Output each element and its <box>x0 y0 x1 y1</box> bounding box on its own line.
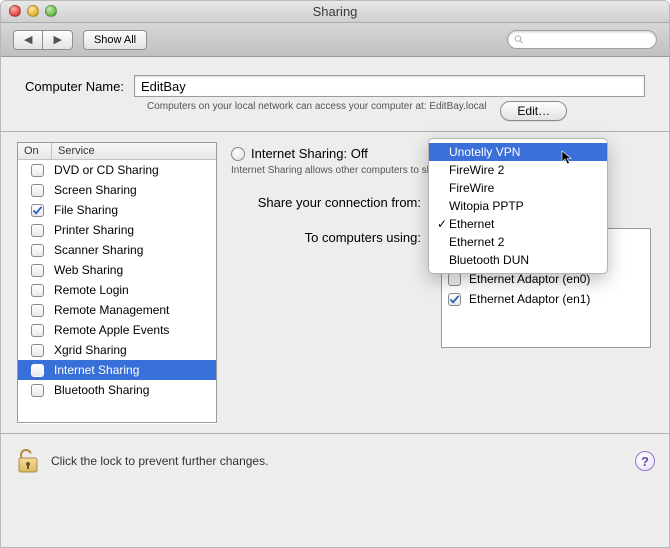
service-row[interactable]: Internet Sharing <box>18 360 216 380</box>
lock-button[interactable] <box>15 446 41 476</box>
port-label: Ethernet Adaptor (en1) <box>469 292 590 306</box>
services-table-header: On Service <box>18 143 216 160</box>
service-row[interactable]: Printer Sharing <box>18 220 216 240</box>
internet-sharing-heading: Internet Sharing: Off <box>251 146 368 161</box>
service-checkbox[interactable] <box>31 364 44 377</box>
menu-item[interactable]: ✓Ethernet <box>429 215 607 233</box>
service-row[interactable]: Screen Sharing <box>18 180 216 200</box>
service-label: Bluetooth Sharing <box>52 383 212 397</box>
service-label: Web Sharing <box>52 263 212 277</box>
service-label: Xgrid Sharing <box>52 343 212 357</box>
minimize-window-button[interactable] <box>27 5 39 17</box>
service-label: Remote Apple Events <box>52 323 212 337</box>
sharing-pref-pane: Sharing ◀ ▶ Show All Computer Name: Comp… <box>0 0 670 548</box>
service-checkbox[interactable] <box>31 344 44 357</box>
menu-item[interactable]: FireWire <box>429 179 607 197</box>
titlebar: Sharing <box>1 1 669 23</box>
service-checkbox[interactable] <box>31 324 44 337</box>
service-checkbox[interactable] <box>31 224 44 237</box>
mouse-cursor-icon <box>561 150 577 166</box>
menu-item[interactable]: Witopia PPTP <box>429 197 607 215</box>
menu-item[interactable]: Unotelly VPN <box>429 143 607 161</box>
service-checkbox[interactable] <box>31 244 44 257</box>
menu-item-label: Unotelly VPN <box>449 145 520 159</box>
service-checkbox[interactable] <box>31 184 44 197</box>
search-icon <box>514 34 524 45</box>
menu-item[interactable]: Bluetooth DUN <box>429 251 607 269</box>
forward-button[interactable]: ▶ <box>43 30 72 50</box>
column-on[interactable]: On <box>18 143 52 159</box>
port-checkbox[interactable] <box>448 293 461 306</box>
service-label: File Sharing <box>52 203 212 217</box>
service-checkbox[interactable] <box>31 284 44 297</box>
computer-name-label: Computer Name: <box>25 79 124 94</box>
to-computers-label: To computers using: <box>231 230 421 245</box>
back-button[interactable]: ◀ <box>13 30 43 50</box>
computer-name-description: Computers on your local network can acce… <box>147 101 486 112</box>
show-all-button[interactable]: Show All <box>83 30 147 50</box>
service-label: Remote Login <box>52 283 212 297</box>
menu-item-label: FireWire <box>449 181 494 195</box>
lock-message: Click the lock to prevent further change… <box>51 454 625 468</box>
share-from-label: Share your connection from: <box>231 195 421 210</box>
column-service[interactable]: Service <box>52 143 216 159</box>
service-row[interactable]: Scanner Sharing <box>18 240 216 260</box>
menu-item-label: Witopia PPTP <box>449 199 524 213</box>
edit-hostname-button[interactable]: Edit… <box>500 101 567 121</box>
service-row[interactable]: Xgrid Sharing <box>18 340 216 360</box>
service-row[interactable]: DVD or CD Sharing <box>18 160 216 180</box>
sharing-body: On Service DVD or CD Sharing Screen Shari… <box>1 132 669 434</box>
computer-name-section: Computer Name: Computers on your local n… <box>1 57 669 132</box>
service-checkbox[interactable] <box>31 384 44 397</box>
menu-item-label: FireWire 2 <box>449 163 504 177</box>
service-row[interactable]: Remote Management <box>18 300 216 320</box>
service-label: Remote Management <box>52 303 212 317</box>
menu-item-label: Ethernet 2 <box>449 235 504 249</box>
service-checkbox[interactable] <box>31 204 44 217</box>
service-label: Internet Sharing <box>52 363 212 377</box>
port-checkbox[interactable] <box>448 273 461 286</box>
internet-sharing-indicator <box>231 147 245 161</box>
help-button[interactable]: ? <box>635 451 655 471</box>
services-table[interactable]: On Service DVD or CD Sharing Screen Shari… <box>17 142 217 423</box>
service-row[interactable]: Bluetooth Sharing <box>18 380 216 400</box>
service-label: Screen Sharing <box>52 183 212 197</box>
close-window-button[interactable] <box>9 5 21 17</box>
search-input[interactable] <box>528 33 650 47</box>
search-field[interactable] <box>507 30 657 49</box>
zoom-window-button[interactable] <box>45 5 57 17</box>
menu-item[interactable]: Ethernet 2 <box>429 233 607 251</box>
service-label: DVD or CD Sharing <box>52 163 212 177</box>
service-detail-pane: Internet Sharing: Off Internet Sharing a… <box>231 142 657 423</box>
service-checkbox[interactable] <box>31 304 44 317</box>
computer-name-field[interactable] <box>134 75 645 97</box>
menu-item-label: Ethernet <box>449 217 494 231</box>
port-row[interactable]: Ethernet Adaptor (en1) <box>442 289 650 309</box>
window-title: Sharing <box>313 4 358 19</box>
check-mark-icon: ✓ <box>435 217 449 231</box>
toolbar: ◀ ▶ Show All <box>1 23 669 57</box>
service-row[interactable]: Web Sharing <box>18 260 216 280</box>
service-label: Scanner Sharing <box>52 243 212 257</box>
service-checkbox[interactable] <box>31 264 44 277</box>
menu-item-label: Bluetooth DUN <box>449 253 529 267</box>
service-row[interactable]: File Sharing <box>18 200 216 220</box>
menu-item[interactable]: FireWire 2 <box>429 161 607 179</box>
service-row[interactable]: Remote Login <box>18 280 216 300</box>
port-label: Ethernet Adaptor (en0) <box>469 272 590 286</box>
footer: Click the lock to prevent further change… <box>1 434 669 488</box>
unlocked-lock-icon <box>15 446 41 476</box>
share-from-menu[interactable]: Unotelly VPN FireWire 2 FireWire Witopia PP… <box>428 138 608 274</box>
service-label: Printer Sharing <box>52 223 212 237</box>
service-checkbox[interactable] <box>31 164 44 177</box>
service-row[interactable]: Remote Apple Events <box>18 320 216 340</box>
